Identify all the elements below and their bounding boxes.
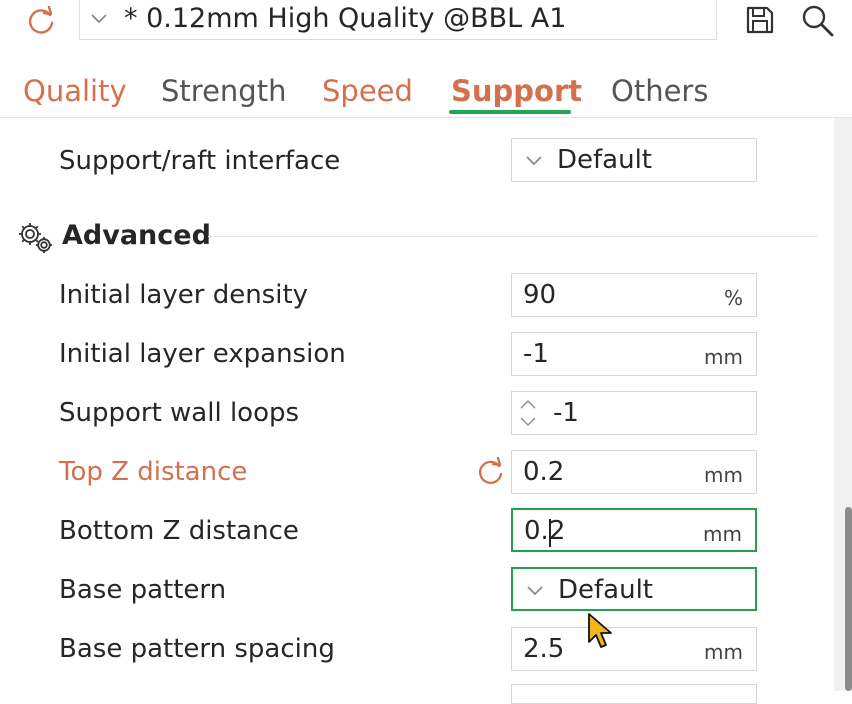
value-after-caret: 2 bbox=[548, 516, 566, 546]
reset-arrow-icon[interactable] bbox=[474, 457, 506, 487]
base-pattern-spacing-input[interactable]: 2.5 mm bbox=[511, 627, 757, 671]
unit-label: mm bbox=[704, 345, 743, 369]
initial-layer-expansion-value: -1 bbox=[523, 339, 549, 369]
initial-layer-density-label: Initial layer density bbox=[59, 280, 309, 310]
top-z-distance-value: 0.2 bbox=[523, 457, 565, 487]
value-before-caret: 0. bbox=[524, 516, 549, 546]
support-wall-loops-spinner[interactable]: -1 bbox=[511, 391, 757, 435]
section-title-advanced: Advanced bbox=[62, 220, 211, 251]
tab-quality[interactable]: Quality bbox=[23, 72, 127, 110]
tab-divider bbox=[0, 117, 852, 118]
save-icon[interactable] bbox=[744, 4, 776, 36]
mouse-pointer-icon bbox=[588, 613, 612, 648]
preset-name: * 0.12mm High Quality @BBL A1 bbox=[124, 3, 567, 34]
base-pattern-label: Base pattern bbox=[59, 575, 227, 605]
base-pattern-dropdown[interactable]: Default bbox=[511, 567, 757, 611]
unit-label: mm bbox=[704, 463, 743, 487]
tab-speed[interactable]: Speed bbox=[322, 72, 413, 110]
tab-strength[interactable]: Strength bbox=[161, 72, 286, 110]
initial-layer-expansion-label: Initial layer expansion bbox=[59, 339, 346, 369]
support-raft-interface-value: Default bbox=[557, 145, 652, 175]
support-raft-interface-label: Support/raft interface bbox=[59, 146, 341, 176]
tab-support[interactable]: Support bbox=[451, 72, 582, 110]
unit-label: mm bbox=[703, 522, 742, 546]
chevron-down-icon bbox=[91, 14, 107, 24]
support-wall-loops-value: -1 bbox=[553, 398, 579, 428]
gears-icon bbox=[19, 223, 52, 253]
scrollbar-thumb[interactable] bbox=[845, 507, 852, 691]
chevron-down-icon bbox=[526, 156, 542, 166]
unit-label: mm bbox=[704, 640, 743, 664]
base-pattern-value: Default bbox=[558, 575, 653, 605]
top-z-distance-input[interactable]: 0.2 mm bbox=[511, 450, 757, 494]
initial-layer-density-value: 90 bbox=[523, 280, 557, 310]
next-field-partial[interactable] bbox=[511, 684, 757, 704]
preset-dropdown[interactable]: * 0.12mm High Quality @BBL A1 bbox=[79, 0, 717, 40]
initial-layer-expansion-input[interactable]: -1 mm bbox=[511, 332, 757, 376]
bottom-z-distance-label: Bottom Z distance bbox=[59, 516, 299, 546]
initial-layer-density-input[interactable]: 90 % bbox=[511, 273, 757, 317]
bottom-z-distance-value: 0.2 bbox=[524, 514, 565, 548]
chevron-down-icon bbox=[527, 586, 543, 596]
top-z-distance-label: Top Z distance bbox=[59, 457, 248, 487]
unit-label: % bbox=[723, 286, 743, 310]
spinner-arrows-icon[interactable] bbox=[517, 396, 539, 430]
base-pattern-spacing-value: 2.5 bbox=[523, 634, 565, 664]
reset-arrow-icon[interactable] bbox=[24, 6, 58, 36]
active-tab-indicator bbox=[449, 110, 571, 114]
bottom-z-distance-input[interactable]: 0.2 mm bbox=[511, 508, 757, 552]
support-raft-interface-dropdown[interactable]: Default bbox=[511, 138, 757, 182]
section-divider bbox=[208, 236, 818, 237]
base-pattern-spacing-label: Base pattern spacing bbox=[59, 634, 335, 664]
support-wall-loops-label: Support wall loops bbox=[59, 398, 300, 428]
tab-others[interactable]: Others bbox=[611, 72, 708, 110]
search-icon[interactable] bbox=[800, 3, 836, 39]
text-caret bbox=[549, 519, 551, 547]
